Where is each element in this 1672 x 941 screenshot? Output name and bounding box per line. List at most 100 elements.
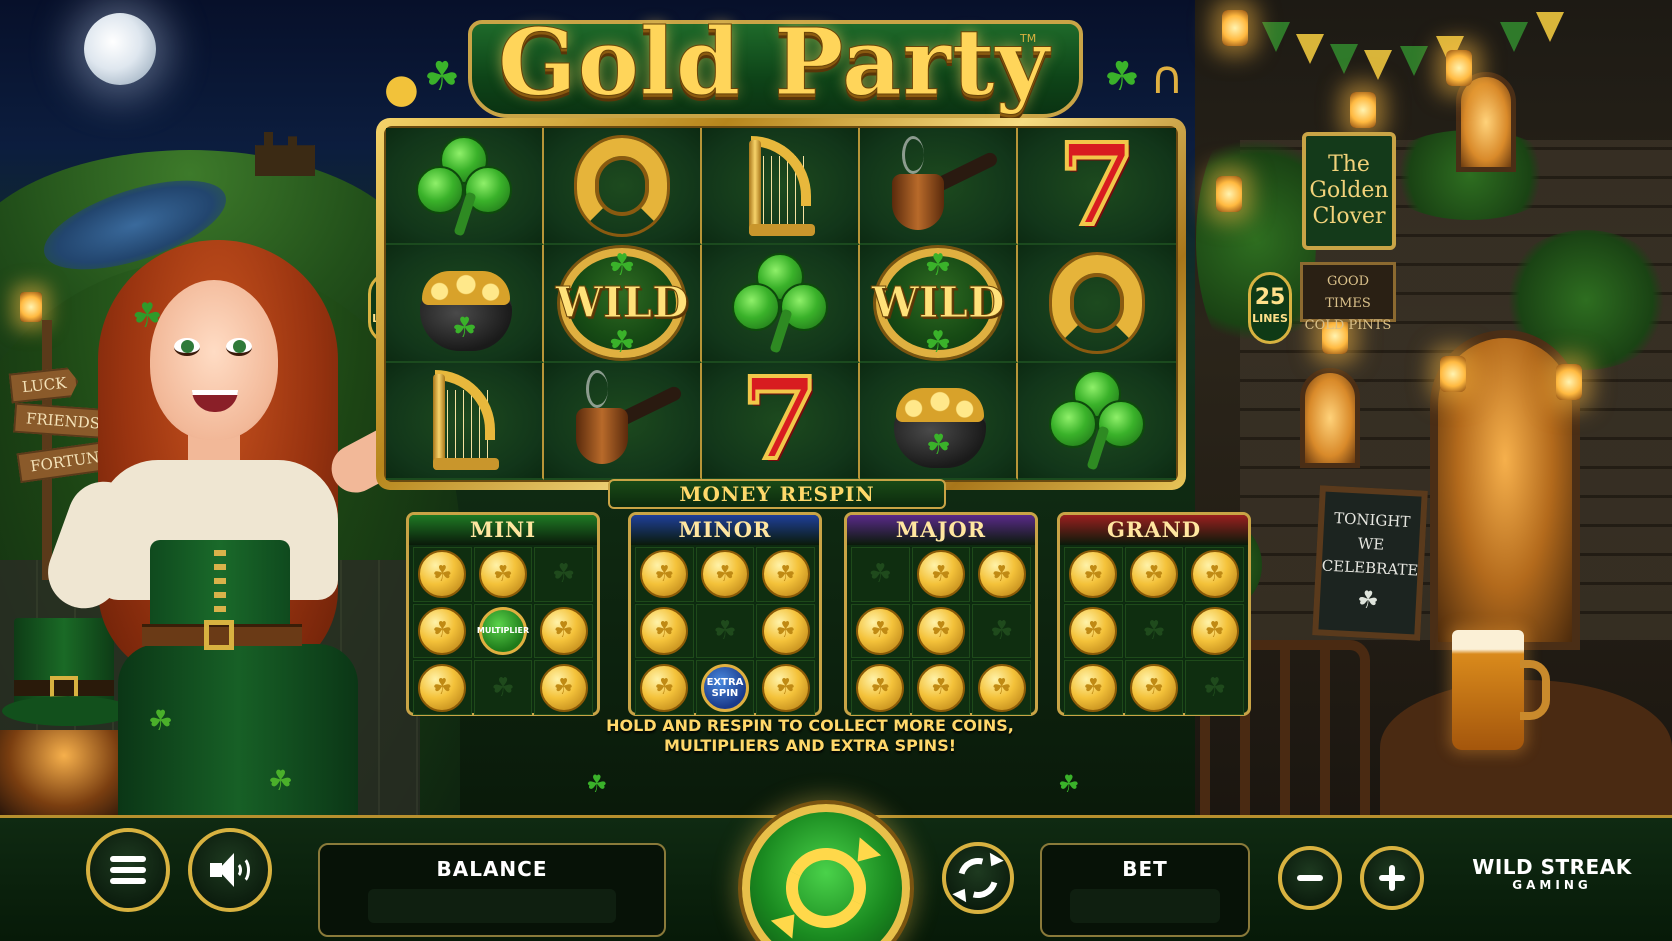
empty-slot-clover-icon: ☘ [491,672,515,703]
pipe-symbol [570,370,684,470]
jackpot-grid: ☘ ☘ ☘ ☘ MULTIPLIER ☘ ☘ ☘ ☘ [413,547,593,715]
clover-icon: ☘ [132,296,163,336]
clover-icon: ☘ [608,324,636,360]
clover-icon: ☘ [924,247,952,283]
moon [84,13,156,85]
menu-button[interactable] [86,828,170,912]
respin-slot: ☘ [413,660,472,715]
lantern [1216,176,1242,212]
paylines-badge-right: 25 LINES [1248,272,1292,344]
reel-cell: WILD ☘ ☘ [544,245,702,363]
lantern [1350,92,1376,128]
respin-slot: ☘ [851,603,910,659]
jackpot-grid: ☘ ☘ ☘ ☘ ☘ ☘ ☘ EXTRA SPIN ☘ [635,547,815,715]
respin-slot: ☘ [756,660,815,715]
respin-slot: ☘ [635,603,694,659]
respin-slot: ☘ [695,603,755,659]
jackpot-panel-mini: MINI ☘ ☘ ☘ ☘ MULTIPLIER ☘ ☘ ☘ ☘ [406,512,600,716]
empty-slot-clover-icon: ☘ [552,559,576,590]
wild-label: WILD [555,278,689,328]
reel-grid: 7 ☘ WILD ☘ ☘ WILD ☘ ☘ 7 ☘ [384,126,1178,482]
gold-coin-icon: ☘ [761,606,810,655]
pub-sign-line: Clover [1312,204,1386,229]
reel-cell [1018,245,1176,363]
lamp-post-light [20,292,42,322]
gold-coin-icon: ☘ [539,606,588,655]
gold-coin-icon: ☘ [418,550,467,599]
jackpot-panel-grand: GRAND ☘ ☘ ☘ ☘ ☘ ☘ ☘ ☘ ☘ [1057,512,1251,716]
decrease-bet-button[interactable] [1278,846,1342,910]
spin-arrows-icon [770,836,882,940]
clover-icon: ☘ [586,770,608,798]
respin-slot: ☘ [911,660,971,715]
hold-respin-instructions: HOLD AND RESPIN TO COLLECT MORE COINS, M… [580,716,1040,756]
harp-symbol [429,370,499,471]
jackpot-grid: ☘ ☘ ☘ ☘ ☘ ☘ ☘ ☘ ☘ [851,547,1031,715]
paylines-count: 25 [1254,285,1286,310]
respin-slot: ☘ [972,603,1031,659]
gold-coin-icon: ☘ [761,550,810,599]
brand-name: WILD STREAK [1472,855,1632,879]
reel-cell: 7 [702,362,860,480]
gold-coin-icon: ● [384,66,419,112]
wild-label: WILD [871,278,1005,328]
reel-cell [544,128,702,246]
clover-icon: ☘ [924,324,952,360]
reel-cell [702,128,860,246]
respin-slot: ☘ [1064,660,1123,715]
respin-slot: ☘ [911,603,971,659]
game-title: Gold Party [498,8,1050,117]
chalkboard-line: TONIGHT [1333,509,1411,532]
gold-coin-icon: ☘ [539,663,588,712]
gold-coin-icon: ☘ [418,663,467,712]
seven-symbol: 7 [1056,119,1138,251]
reel-cell: ☘ [386,245,544,363]
respin-slot: ☘ [473,547,533,602]
mouth [192,390,238,412]
gold-coin-icon: ☘ [418,606,467,655]
gold-coin-icon: ☘ [977,550,1026,599]
balance-value [368,889,616,923]
respin-slot: ☘ [1064,547,1123,602]
clover-icon: ☘ [1104,54,1140,100]
clover-icon: ☘ [608,247,636,283]
clover-symbol [728,252,832,354]
respin-slot: ☘ [756,603,815,659]
reel-cell: ☘ [860,362,1018,480]
respin-slot: ☘ [1124,603,1184,659]
bet-label: BET [1122,857,1168,881]
pub-sub-sign: GOOD TIMES COLD PINTS [1300,262,1396,333]
multiplier-coin: MULTIPLIER [477,606,529,655]
instruction-line: HOLD AND RESPIN TO COLLECT MORE COINS, [606,716,1014,735]
clover-symbol [1045,370,1149,471]
character-skirt: ☘ ☘ [118,644,358,815]
respin-slot: ☘ [534,603,593,659]
horseshoe-icon: ∩ [1150,50,1184,104]
autoplay-icon [950,850,1006,906]
castle [255,132,315,176]
jackpot-grid: ☘ ☘ ☘ ☘ ☘ ☘ ☘ ☘ ☘ [1064,547,1244,715]
respin-slot: ☘ [1124,547,1184,602]
speaker-icon [210,853,250,887]
respin-slot: ☘ [911,547,971,602]
pot-of-gold-symbol: ☘ [886,370,990,470]
respin-slot: ☘ [473,660,533,715]
gold-coin-icon: ☘ [1190,606,1239,655]
empty-slot-clover-icon: ☘ [1203,672,1227,703]
respin-slot: ☘ [534,660,593,715]
jackpot-panel-major: MAJOR ☘ ☘ ☘ ☘ ☘ ☘ ☘ ☘ ☘ [844,512,1038,716]
increase-bet-button[interactable] [1360,846,1424,910]
jackpot-title: GRAND [1060,515,1248,545]
empty-slot-clover-icon: ☘ [713,615,737,646]
jackpot-title: MAJOR [847,515,1035,545]
autoplay-button[interactable] [942,842,1014,914]
clover-icon: ☘ [424,54,460,100]
pub-window [1456,72,1516,172]
reel-frame: 7 ☘ WILD ☘ ☘ WILD ☘ ☘ 7 ☘ [376,118,1186,490]
chalkboard-line: CELEBRATE [1321,556,1419,580]
bunting-flag [1400,46,1428,76]
empty-slot-clover-icon: ☘ [1142,615,1166,646]
sound-button[interactable] [188,828,272,912]
wild-symbol: WILD ☘ ☘ [871,247,1005,360]
gold-coin-icon: ☘ [1129,663,1178,712]
